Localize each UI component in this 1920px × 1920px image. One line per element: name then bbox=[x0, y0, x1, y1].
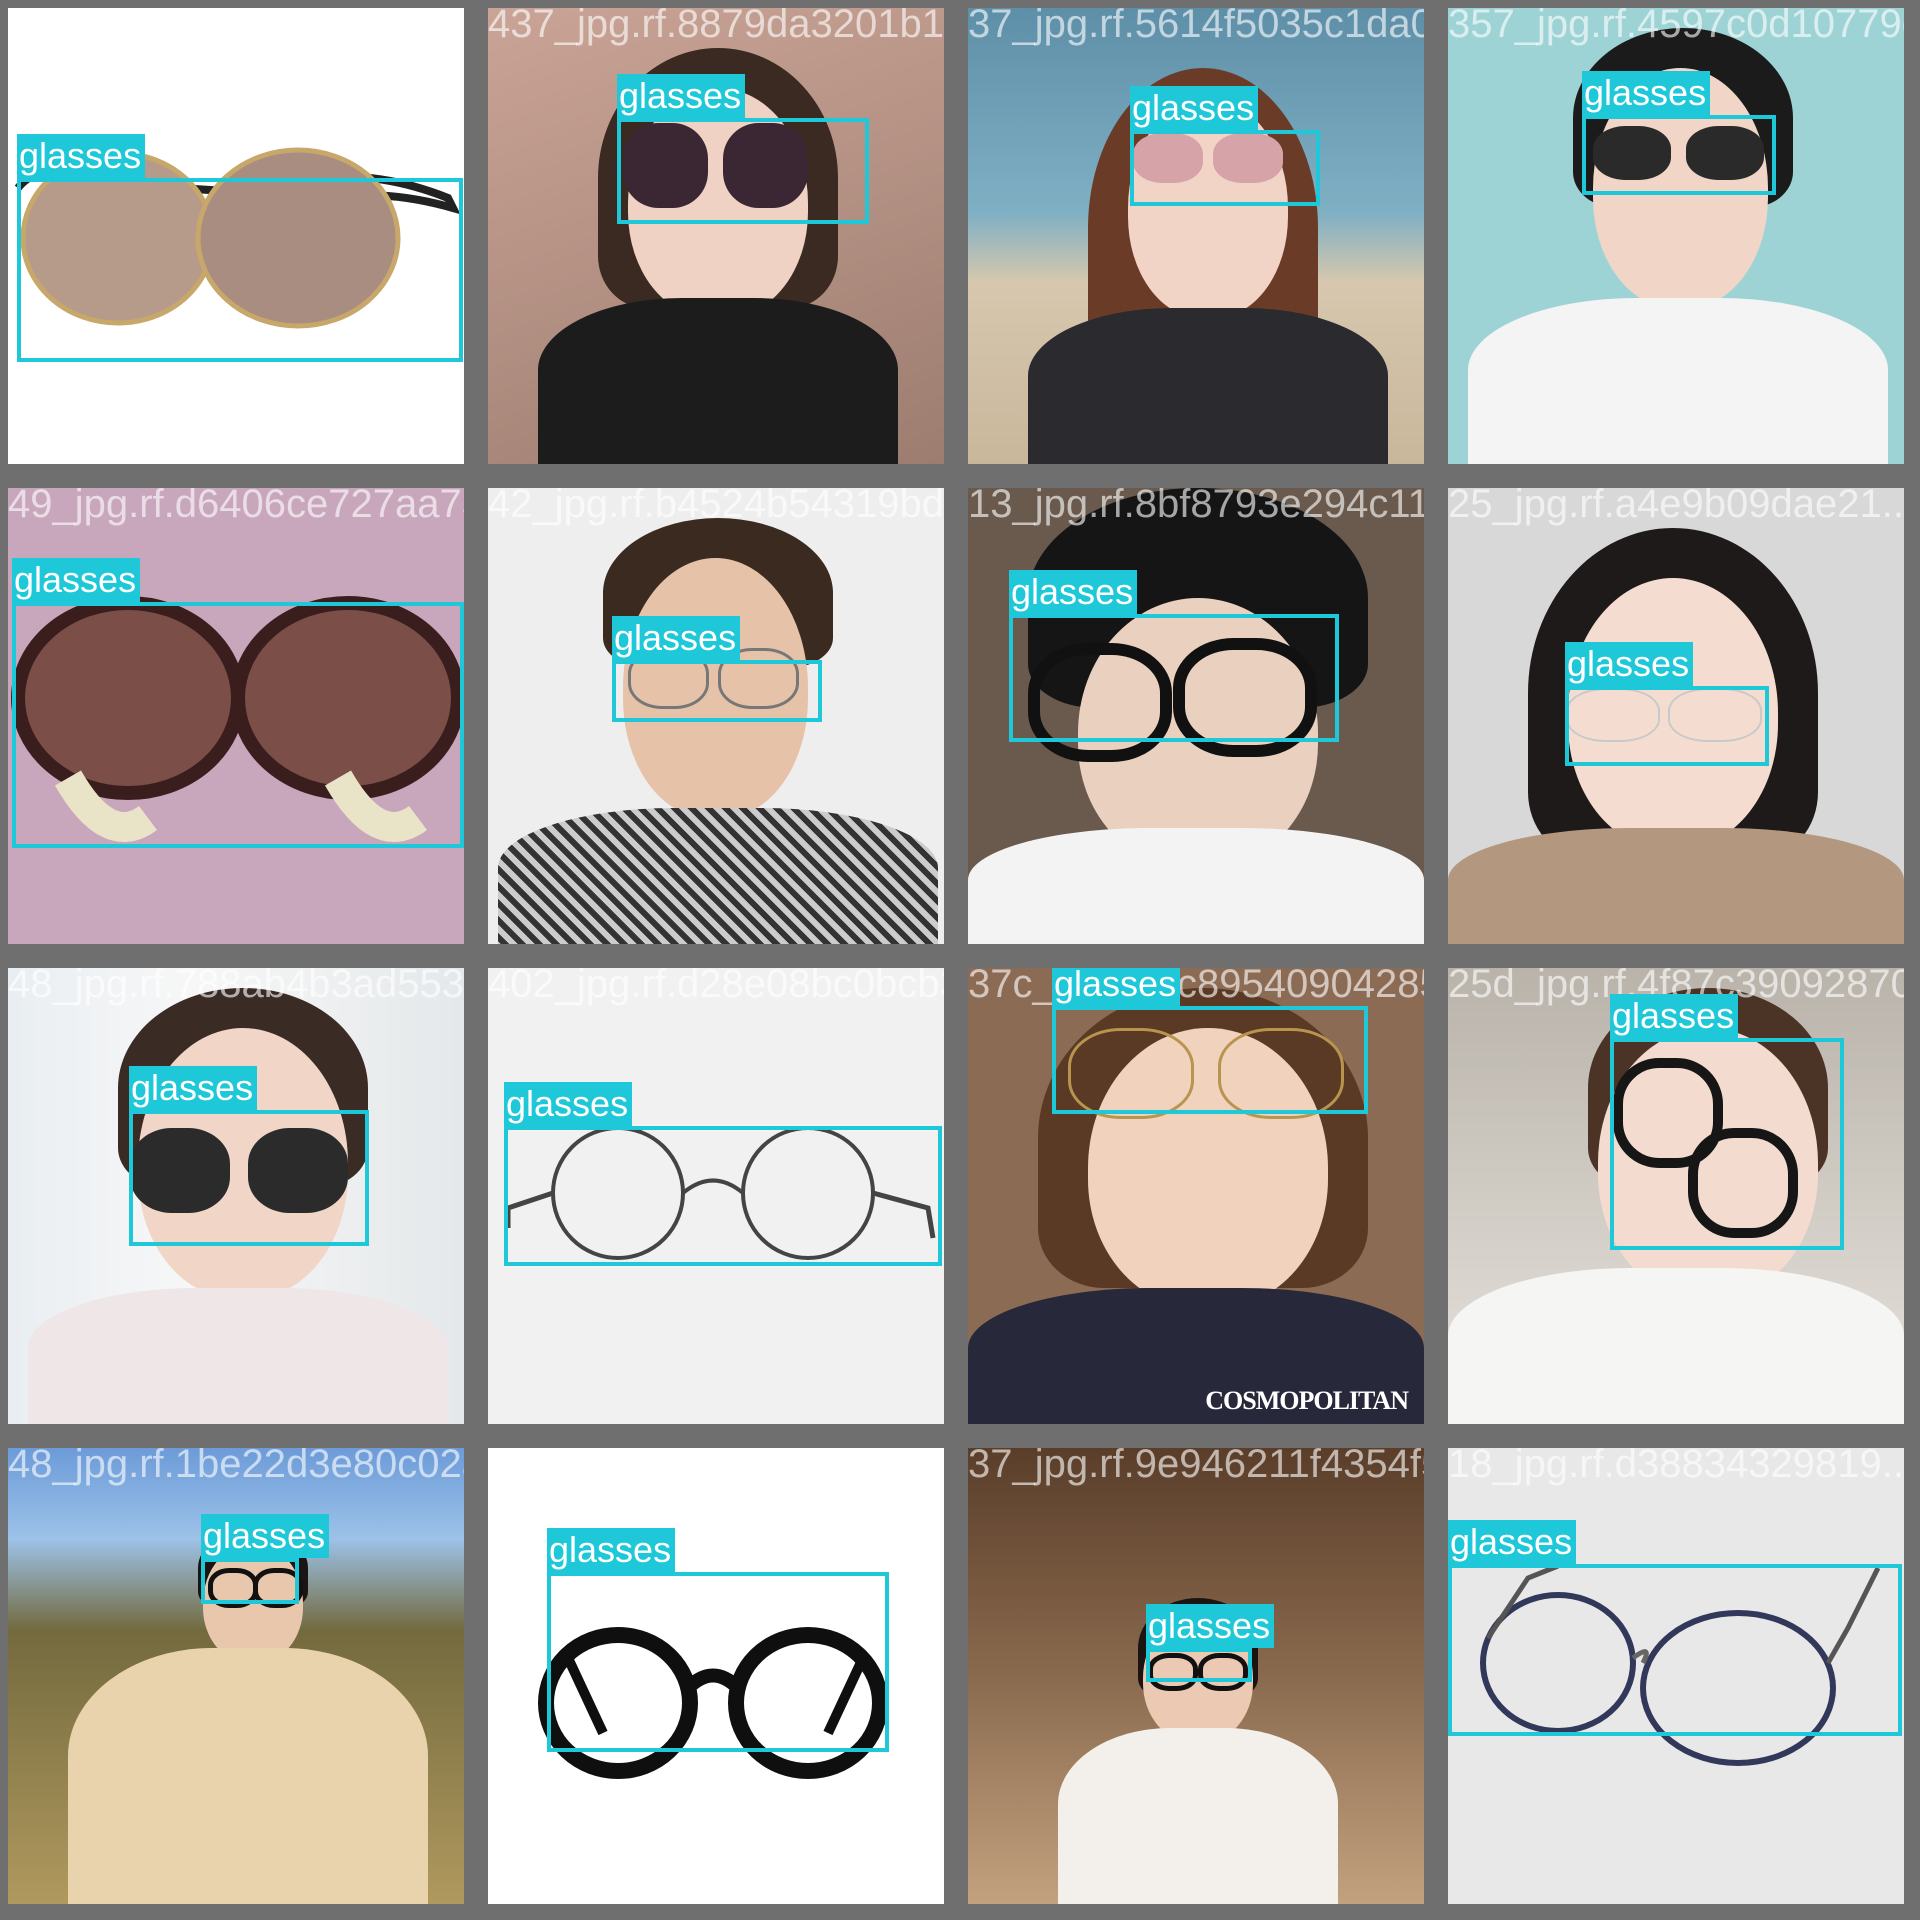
bounding-box bbox=[612, 660, 822, 722]
tile-5: 49_jpg.rf.d6406ce727aa734e... glasses bbox=[8, 488, 464, 944]
filename-label: 48_jpg.rf.1be22d3e80c02ac... bbox=[8, 1448, 464, 1486]
bbox-class-label: glasses bbox=[129, 1066, 258, 1110]
filename-label: 37c_jpg.rf.9c89540904285... bbox=[968, 968, 1424, 1006]
bbox-class-label: glasses bbox=[612, 616, 741, 660]
tile-8: 25_jpg.rf.a4e9b09dae21... glasses bbox=[1448, 488, 1904, 944]
tile-15: 37_jpg.rf.9e946211f4354f5334... glasses bbox=[968, 1448, 1424, 1904]
filename-label: 49_jpg.rf.d6406ce727aa734e... bbox=[8, 488, 464, 526]
tile-7: 13_jpg.rf.8bf8793e294c11cda3... glasses bbox=[968, 488, 1424, 944]
filename-label: 37_jpg.rf.9e946211f4354f5334... bbox=[968, 1448, 1424, 1486]
bbox-class-label: glasses bbox=[1146, 1604, 1275, 1648]
bbox-class-label: glasses bbox=[1448, 1520, 1577, 1564]
bbox-class-label: glasses bbox=[1130, 86, 1259, 130]
filename-label: 357_jpg.rf.4597c0d10779d032... bbox=[1448, 8, 1904, 46]
bbox-class-label: glasses bbox=[617, 74, 746, 118]
bbox-class-label: glasses bbox=[201, 1514, 330, 1558]
bbox-class-label: glasses bbox=[1582, 71, 1711, 115]
bbox-class-label: glasses bbox=[547, 1528, 676, 1572]
bbox-class-label: glasses bbox=[1052, 968, 1181, 1006]
tile-13: 48_jpg.rf.1be22d3e80c02ac... glasses bbox=[8, 1448, 464, 1904]
filename-label: 8b_jpg.rf.3ae14b55bf9f8381d... bbox=[488, 1448, 944, 1486]
bbox-class-label: glasses bbox=[12, 558, 141, 602]
bounding-box bbox=[1582, 115, 1776, 195]
bounding-box bbox=[201, 1558, 299, 1604]
bbox-class-label: glasses bbox=[1009, 570, 1138, 614]
bounding-box bbox=[1610, 1038, 1844, 1250]
bounding-box bbox=[1052, 1006, 1368, 1114]
tile-10: 402_jpg.rf.d28e08bc0bcb3c33... glasses bbox=[488, 968, 944, 1424]
tile-14: 8b_jpg.rf.3ae14b55bf9f8381d... glasses bbox=[488, 1448, 944, 1904]
magazine-watermark: COSMOPOLITAN bbox=[1205, 1386, 1409, 1415]
image-mosaic: 12_jpg.rf.d000596c3153021b5... glasses 4… bbox=[0, 0, 1920, 1920]
bounding-box bbox=[12, 602, 464, 848]
bbox-class-label: glasses bbox=[1610, 994, 1739, 1038]
filename-label: 437_jpg.rf.8879da3201b1545882d... bbox=[488, 8, 944, 46]
filename-label: 402_jpg.rf.d28e08bc0bcb3c33... bbox=[488, 968, 944, 1006]
bbox-class-label: glasses bbox=[17, 134, 146, 178]
tile-16: 18_jpg.rf.d38834329819... glasses bbox=[1448, 1448, 1904, 1904]
filename-label: 12_jpg.rf.d000596c3153021b5... bbox=[8, 8, 464, 46]
bounding-box bbox=[617, 118, 869, 224]
filename-label: 18_jpg.rf.d38834329819... bbox=[1448, 1448, 1904, 1486]
tile-11: 37c_jpg.rf.9c89540904285... glasses COSM… bbox=[968, 968, 1424, 1424]
tile-1: 12_jpg.rf.d000596c3153021b5... glasses bbox=[8, 8, 464, 464]
filename-label: 13_jpg.rf.8bf8793e294c11cda3... bbox=[968, 488, 1424, 526]
bounding-box bbox=[129, 1110, 369, 1246]
filename-label: 37_jpg.rf.5614f5035c1da093a0... bbox=[968, 8, 1424, 46]
tile-12: 25d_jpg.rf.4f87c3909287087b4f0... glasse… bbox=[1448, 968, 1904, 1424]
tile-9: 48_jpg.rf.788ab4b3ad553a1e... glasses bbox=[8, 968, 464, 1424]
bbox-class-label: glasses bbox=[1565, 642, 1694, 686]
bounding-box bbox=[1448, 1564, 1902, 1736]
bounding-box bbox=[504, 1126, 942, 1266]
filename-label: 48_jpg.rf.788ab4b3ad553a1e... bbox=[8, 968, 464, 1006]
bounding-box bbox=[547, 1572, 889, 1752]
filename-label: 25_jpg.rf.a4e9b09dae21... bbox=[1448, 488, 1904, 526]
bbox-class-label: glasses bbox=[504, 1082, 633, 1126]
tile-4: 357_jpg.rf.4597c0d10779d032... glasses bbox=[1448, 8, 1904, 464]
portrait-photo bbox=[968, 8, 1424, 464]
bounding-box bbox=[17, 178, 463, 362]
bounding-box bbox=[1146, 1648, 1252, 1682]
bounding-box bbox=[1565, 686, 1769, 766]
tile-2: 437_jpg.rf.8879da3201b1545882d... glasse… bbox=[488, 8, 944, 464]
tile-6: 42_jpg.rf.b4524b54319bded... glasses bbox=[488, 488, 944, 944]
tile-3: 37_jpg.rf.5614f5035c1da093a0... glasses bbox=[968, 8, 1424, 464]
filename-label: 42_jpg.rf.b4524b54319bded... bbox=[488, 488, 944, 526]
bounding-box bbox=[1009, 614, 1339, 742]
bounding-box bbox=[1130, 130, 1320, 206]
